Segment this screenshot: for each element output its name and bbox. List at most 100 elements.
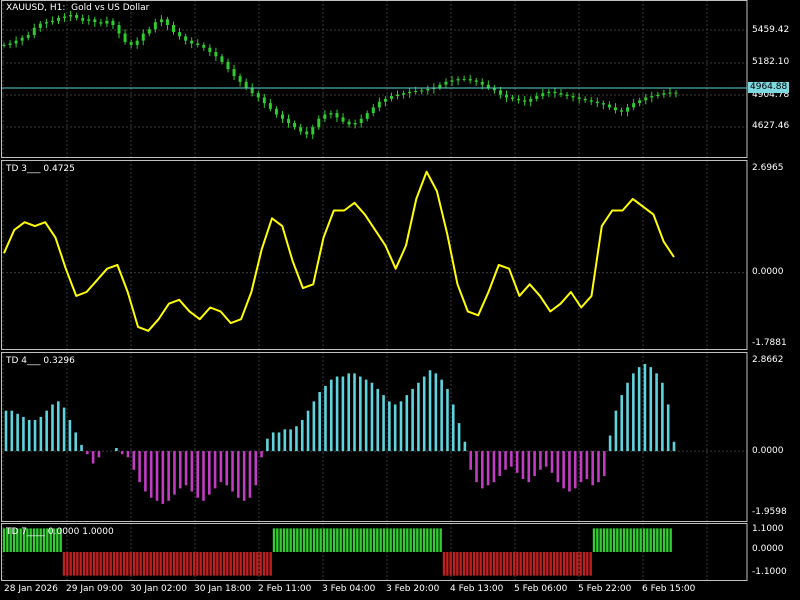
candle-body xyxy=(523,100,527,102)
candle-body xyxy=(287,118,291,124)
candle-body xyxy=(517,98,521,101)
td3-axis-label: 0.0000 xyxy=(752,267,784,277)
candle-body xyxy=(529,98,533,102)
candle-body xyxy=(81,17,85,21)
candle-body xyxy=(438,84,442,88)
candle-body xyxy=(323,114,327,119)
candle-body xyxy=(50,20,54,23)
candle-body xyxy=(644,97,648,101)
candle-body xyxy=(141,33,145,41)
time-axis-label: 5 Feb 06:00 xyxy=(514,584,568,594)
td4-axis-label: 2.8662 xyxy=(752,355,784,365)
td7-axis-label: -1.1000 xyxy=(752,567,787,577)
candle-body xyxy=(329,113,333,115)
td7-histogram[interactable] xyxy=(0,523,800,581)
time-axis-label: 5 Feb 22:00 xyxy=(578,584,632,594)
candle-body xyxy=(347,121,351,125)
td4-axis-label: 0.0000 xyxy=(752,446,784,456)
candle-body xyxy=(280,114,284,119)
candle-body xyxy=(220,56,224,62)
candle-body xyxy=(147,29,151,34)
current-price-tag: 4964.88 xyxy=(748,82,790,93)
candle-body xyxy=(626,107,630,112)
candle-body xyxy=(293,123,297,128)
candle-body xyxy=(486,84,490,88)
td7-title: TD 7____ 0.0000 1.0000 xyxy=(6,527,114,537)
pane-border xyxy=(1,352,748,522)
time-axis-label: 2 Feb 11:00 xyxy=(258,584,312,594)
candle-body xyxy=(383,98,387,102)
pane-border xyxy=(1,160,748,350)
candle-body xyxy=(456,79,460,81)
candle-body xyxy=(256,93,260,98)
candle-body xyxy=(444,81,448,85)
candle-body xyxy=(408,91,412,94)
candle-body xyxy=(196,43,200,45)
candle-body xyxy=(547,91,551,94)
candle-body xyxy=(268,103,272,109)
candle-body xyxy=(353,123,357,125)
td4-title: TD 4___ 0.3296 xyxy=(6,356,75,366)
candle-body xyxy=(232,69,236,77)
candle-body xyxy=(426,88,430,91)
symbol-title: XAUUSD, H1: Gold vs US Dollar xyxy=(6,3,150,13)
candle-body xyxy=(244,81,248,88)
candle-body xyxy=(317,118,321,128)
candle-body xyxy=(69,15,73,17)
td7-indicator-pane[interactable]: TD 7____ 0.0000 1.0000 1.1000 0.0000 -1.… xyxy=(0,523,800,581)
td4-indicator-pane[interactable]: TD 4___ 0.3296 2.8662 0.0000 -1.9598 xyxy=(0,352,800,522)
candle-body xyxy=(335,113,339,118)
time-axis-label: 3 Feb 04:00 xyxy=(322,584,376,594)
candle-body xyxy=(56,17,60,21)
candle-body xyxy=(129,42,133,45)
candle-body xyxy=(123,33,127,43)
candle-body xyxy=(20,37,24,41)
candle-body xyxy=(674,92,678,94)
candle-body xyxy=(299,127,303,132)
candle-body xyxy=(577,97,581,99)
price-chart[interactable] xyxy=(0,0,800,158)
candle-body xyxy=(38,23,42,28)
candle-body xyxy=(468,79,472,81)
td3-indicator-pane[interactable]: TD 3___ 0.4725 2.6965 0.0000 -1.7881 xyxy=(0,160,800,350)
candle-body xyxy=(44,22,48,24)
candle-body xyxy=(420,90,424,92)
candle-body xyxy=(93,19,97,23)
candle-body xyxy=(262,97,266,104)
td3-series-line xyxy=(3,170,675,332)
candle-body xyxy=(178,32,182,37)
td7-axis-label: 1.1000 xyxy=(752,524,784,534)
candle-body xyxy=(14,40,18,44)
time-axis-label: 4 Feb 13:00 xyxy=(450,584,504,594)
candle-body xyxy=(450,80,454,82)
candle-body xyxy=(117,25,121,34)
candle-body xyxy=(462,79,466,80)
candle-body xyxy=(111,20,115,26)
candle-body xyxy=(311,127,315,135)
candle-body xyxy=(26,34,30,38)
main-chart-pane[interactable]: XAUUSD, H1: Gold vs US Dollar 5459.42 51… xyxy=(0,0,800,158)
candle-body xyxy=(662,93,666,95)
candle-body xyxy=(359,118,363,124)
candle-body xyxy=(589,100,593,102)
time-axis-label: 6 Feb 15:00 xyxy=(642,584,696,594)
candle-body xyxy=(414,91,418,93)
candle-body xyxy=(202,44,206,48)
candle-body xyxy=(32,27,36,35)
candle-body xyxy=(389,96,393,99)
candle-body xyxy=(365,113,369,119)
candle-body xyxy=(172,25,176,33)
candle-body xyxy=(165,19,169,26)
candle-body xyxy=(2,44,6,46)
td3-line-chart[interactable] xyxy=(0,160,800,350)
candle-body xyxy=(632,103,636,108)
candle-body xyxy=(63,16,67,18)
time-axis-label: 3 Feb 20:00 xyxy=(386,584,440,594)
candle-body xyxy=(208,47,212,53)
candle-body xyxy=(613,107,617,111)
td4-histogram[interactable] xyxy=(0,352,800,522)
candle-body xyxy=(541,93,545,97)
candle-body xyxy=(571,96,575,98)
candle-body xyxy=(396,94,400,97)
time-axis-label: 29 Jan 09:00 xyxy=(66,584,123,594)
